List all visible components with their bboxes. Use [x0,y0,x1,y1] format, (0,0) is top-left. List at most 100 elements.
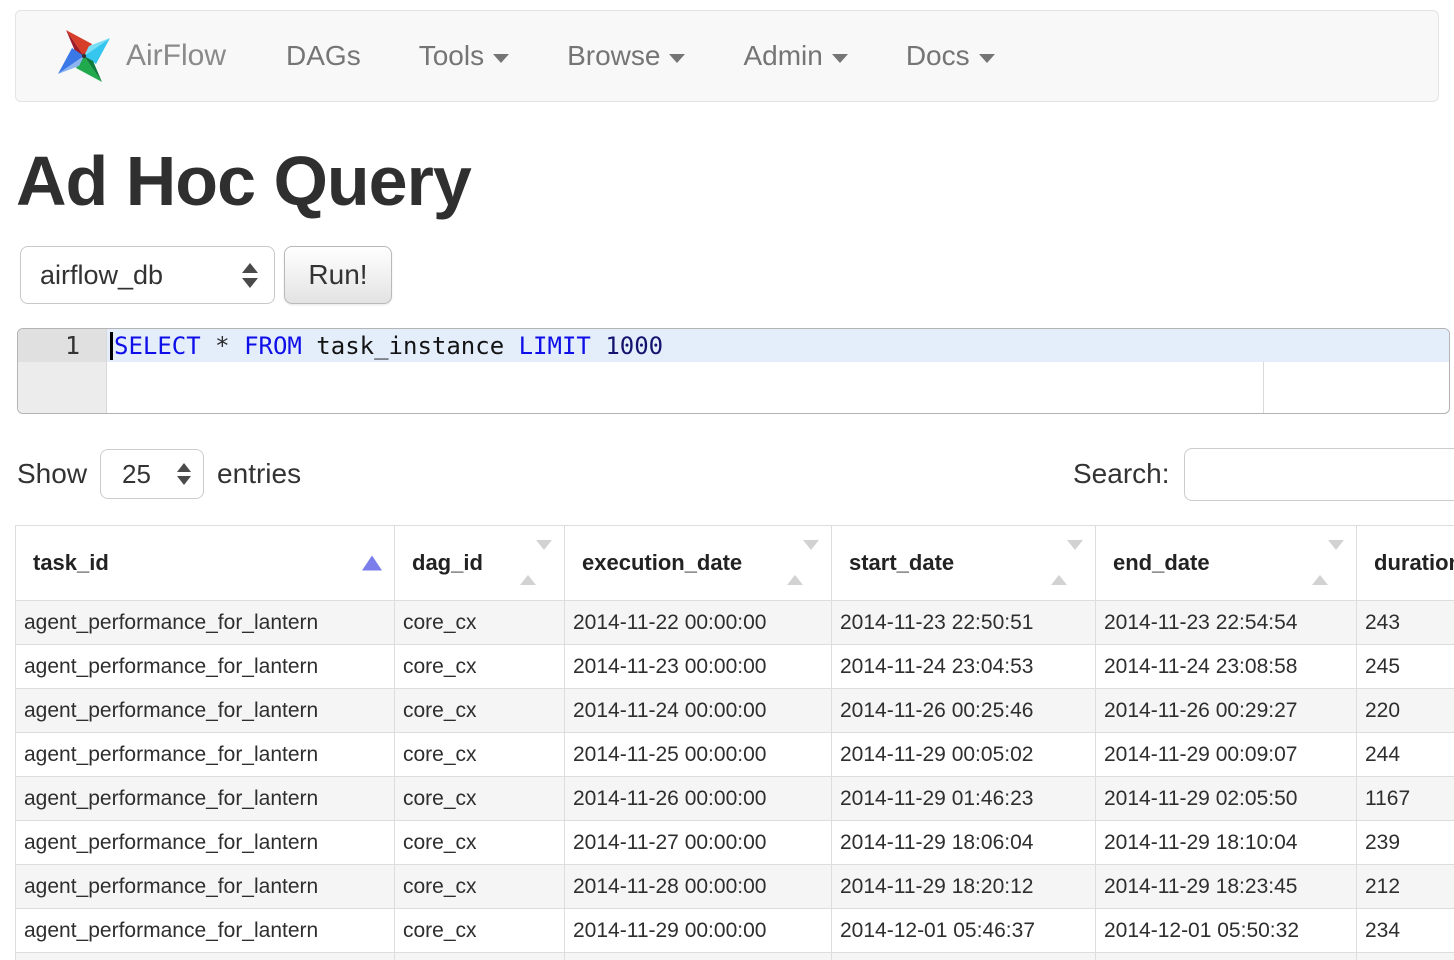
table-row [16,953,1454,960]
column-header-label: execution_date [582,550,742,575]
nav-menu: DAGs Tools Browse Admin Docs [286,40,1053,72]
table-cell: 245 [1357,645,1454,689]
table-cell: 2014-11-24 23:04:53 [832,645,1096,689]
table-cell: 2014-11-29 01:46:23 [832,777,1096,821]
table-cell: core_cx [395,733,565,777]
table-cell: 239 [1357,821,1454,865]
table-row: agent_performance_for_lanterncore_cx2014… [16,865,1454,909]
column-header-task_id[interactable]: task_id [16,526,395,601]
column-header-execution_date[interactable]: execution_date [565,526,832,601]
brand-link[interactable]: AirFlow [52,24,226,88]
line-number: 1 [18,329,106,362]
search-group: Search: [1073,447,1454,501]
database-select-value: airflow_db [40,260,163,291]
sort-both-icon [520,550,552,576]
table-header-row: task_id dag_id execution_date start_date end… [16,526,1454,601]
navbar: AirFlow DAGs Tools Browse Admin Docs [15,10,1439,102]
sql-token [201,332,215,360]
table-cell: 2014-11-26 00:25:46 [832,689,1096,733]
editor-gutter: 1 [18,329,107,413]
nav-item-label: Admin [743,40,822,72]
sql-token: FROM [244,332,302,360]
editor-divider [1263,362,1264,413]
table-row: agent_performance_for_lanterncore_cx2014… [16,777,1454,821]
table-cell: 220 [1357,689,1454,733]
chevron-down-icon [669,54,685,63]
run-button[interactable]: Run! [284,246,392,304]
sql-code-line[interactable]: SELECT * FROM task_instance LIMIT 1000 [107,329,1449,362]
table-cell: 2014-11-23 00:00:00 [565,645,832,689]
table-cell [832,953,1096,960]
column-header-label: dag_id [412,550,483,575]
brand-label: AirFlow [126,39,226,73]
table-row: agent_performance_for_lanterncore_cx2014… [16,689,1454,733]
column-header-end_date[interactable]: end_date [1096,526,1357,601]
table-cell: 2014-11-26 00:00:00 [565,777,832,821]
airflow-logo-icon [52,24,116,88]
table-row: agent_performance_for_lanterncore_cx2014… [16,601,1454,645]
sql-token: LIMIT [519,332,591,360]
table-cell: 2014-11-25 00:00:00 [565,733,832,777]
show-label: Show [17,458,87,490]
table-cell: agent_performance_for_lantern [16,821,395,865]
table-cell: core_cx [395,601,565,645]
select-updown-icon [177,463,191,485]
nav-item-label: Docs [906,40,970,72]
text-cursor [110,332,113,360]
table-controls: Show 25 entries Search: [17,447,1454,501]
table-cell: 243 [1357,601,1454,645]
sql-editor[interactable]: 1 SELECT * FROM task_instance LIMIT 1000 [17,328,1450,414]
page-title: Ad Hoc Query [16,146,1454,216]
table-cell: 2014-11-22 00:00:00 [565,601,832,645]
nav-item-admin[interactable]: Admin [743,40,847,72]
table-cell: 2014-11-29 18:10:04 [1096,821,1357,865]
table-cell: agent_performance_for_lantern [16,865,395,909]
database-select[interactable]: airflow_db [20,246,275,304]
results-table-wrap: task_id dag_id execution_date start_date end… [15,525,1454,960]
table-cell: agent_performance_for_lantern [16,601,395,645]
column-header-duration[interactable]: duration [1357,526,1454,601]
editor-code-area[interactable]: SELECT * FROM task_instance LIMIT 1000 [107,329,1449,413]
column-header-label: end_date [1113,550,1210,575]
query-form: airflow_db Run! [20,246,1454,304]
table-cell: 244 [1357,733,1454,777]
search-label: Search: [1073,458,1170,490]
page-length-select[interactable]: 25 [100,449,204,499]
table-row: agent_performance_for_lanterncore_cx2014… [16,733,1454,777]
table-cell: agent_performance_for_lantern [16,777,395,821]
page-length-value: 25 [122,459,151,490]
chevron-down-icon [832,54,848,63]
table-cell [565,953,832,960]
table-cell: agent_performance_for_lantern [16,645,395,689]
table-cell: core_cx [395,909,565,953]
sql-token: * [215,332,229,360]
nav-item-tools[interactable]: Tools [419,40,509,72]
nav-item-browse[interactable]: Browse [567,40,685,72]
sql-token [591,332,605,360]
table-cell: core_cx [395,777,565,821]
table-cell: 234 [1357,909,1454,953]
chevron-down-icon [979,54,995,63]
table-cell: 2014-11-24 00:00:00 [565,689,832,733]
sql-token: 1000 [605,332,663,360]
nav-item-docs[interactable]: Docs [906,40,995,72]
table-row: agent_performance_for_lanterncore_cx2014… [16,645,1454,689]
table-row: agent_performance_for_lanterncore_cx2014… [16,909,1454,953]
table-cell: 2014-12-01 05:46:37 [832,909,1096,953]
nav-item-dags[interactable]: DAGs [286,40,361,72]
column-header-start_date[interactable]: start_date [832,526,1096,601]
table-cell: 2014-11-23 22:50:51 [832,601,1096,645]
table-cell: 2014-11-27 00:00:00 [565,821,832,865]
sort-ascending-icon [362,556,382,571]
nav-item-label: Tools [419,40,484,72]
chevron-down-icon [493,54,509,63]
table-cell: 2014-11-29 00:00:00 [565,909,832,953]
table-cell: 212 [1357,865,1454,909]
table-cell: 2014-11-23 22:54:54 [1096,601,1357,645]
table-row: agent_performance_for_lanterncore_cx2014… [16,821,1454,865]
column-header-dag_id[interactable]: dag_id [395,526,565,601]
sql-token: task_instance [302,332,519,360]
search-input[interactable] [1184,448,1454,501]
table-cell: agent_performance_for_lantern [16,909,395,953]
table-cell [1096,953,1357,960]
